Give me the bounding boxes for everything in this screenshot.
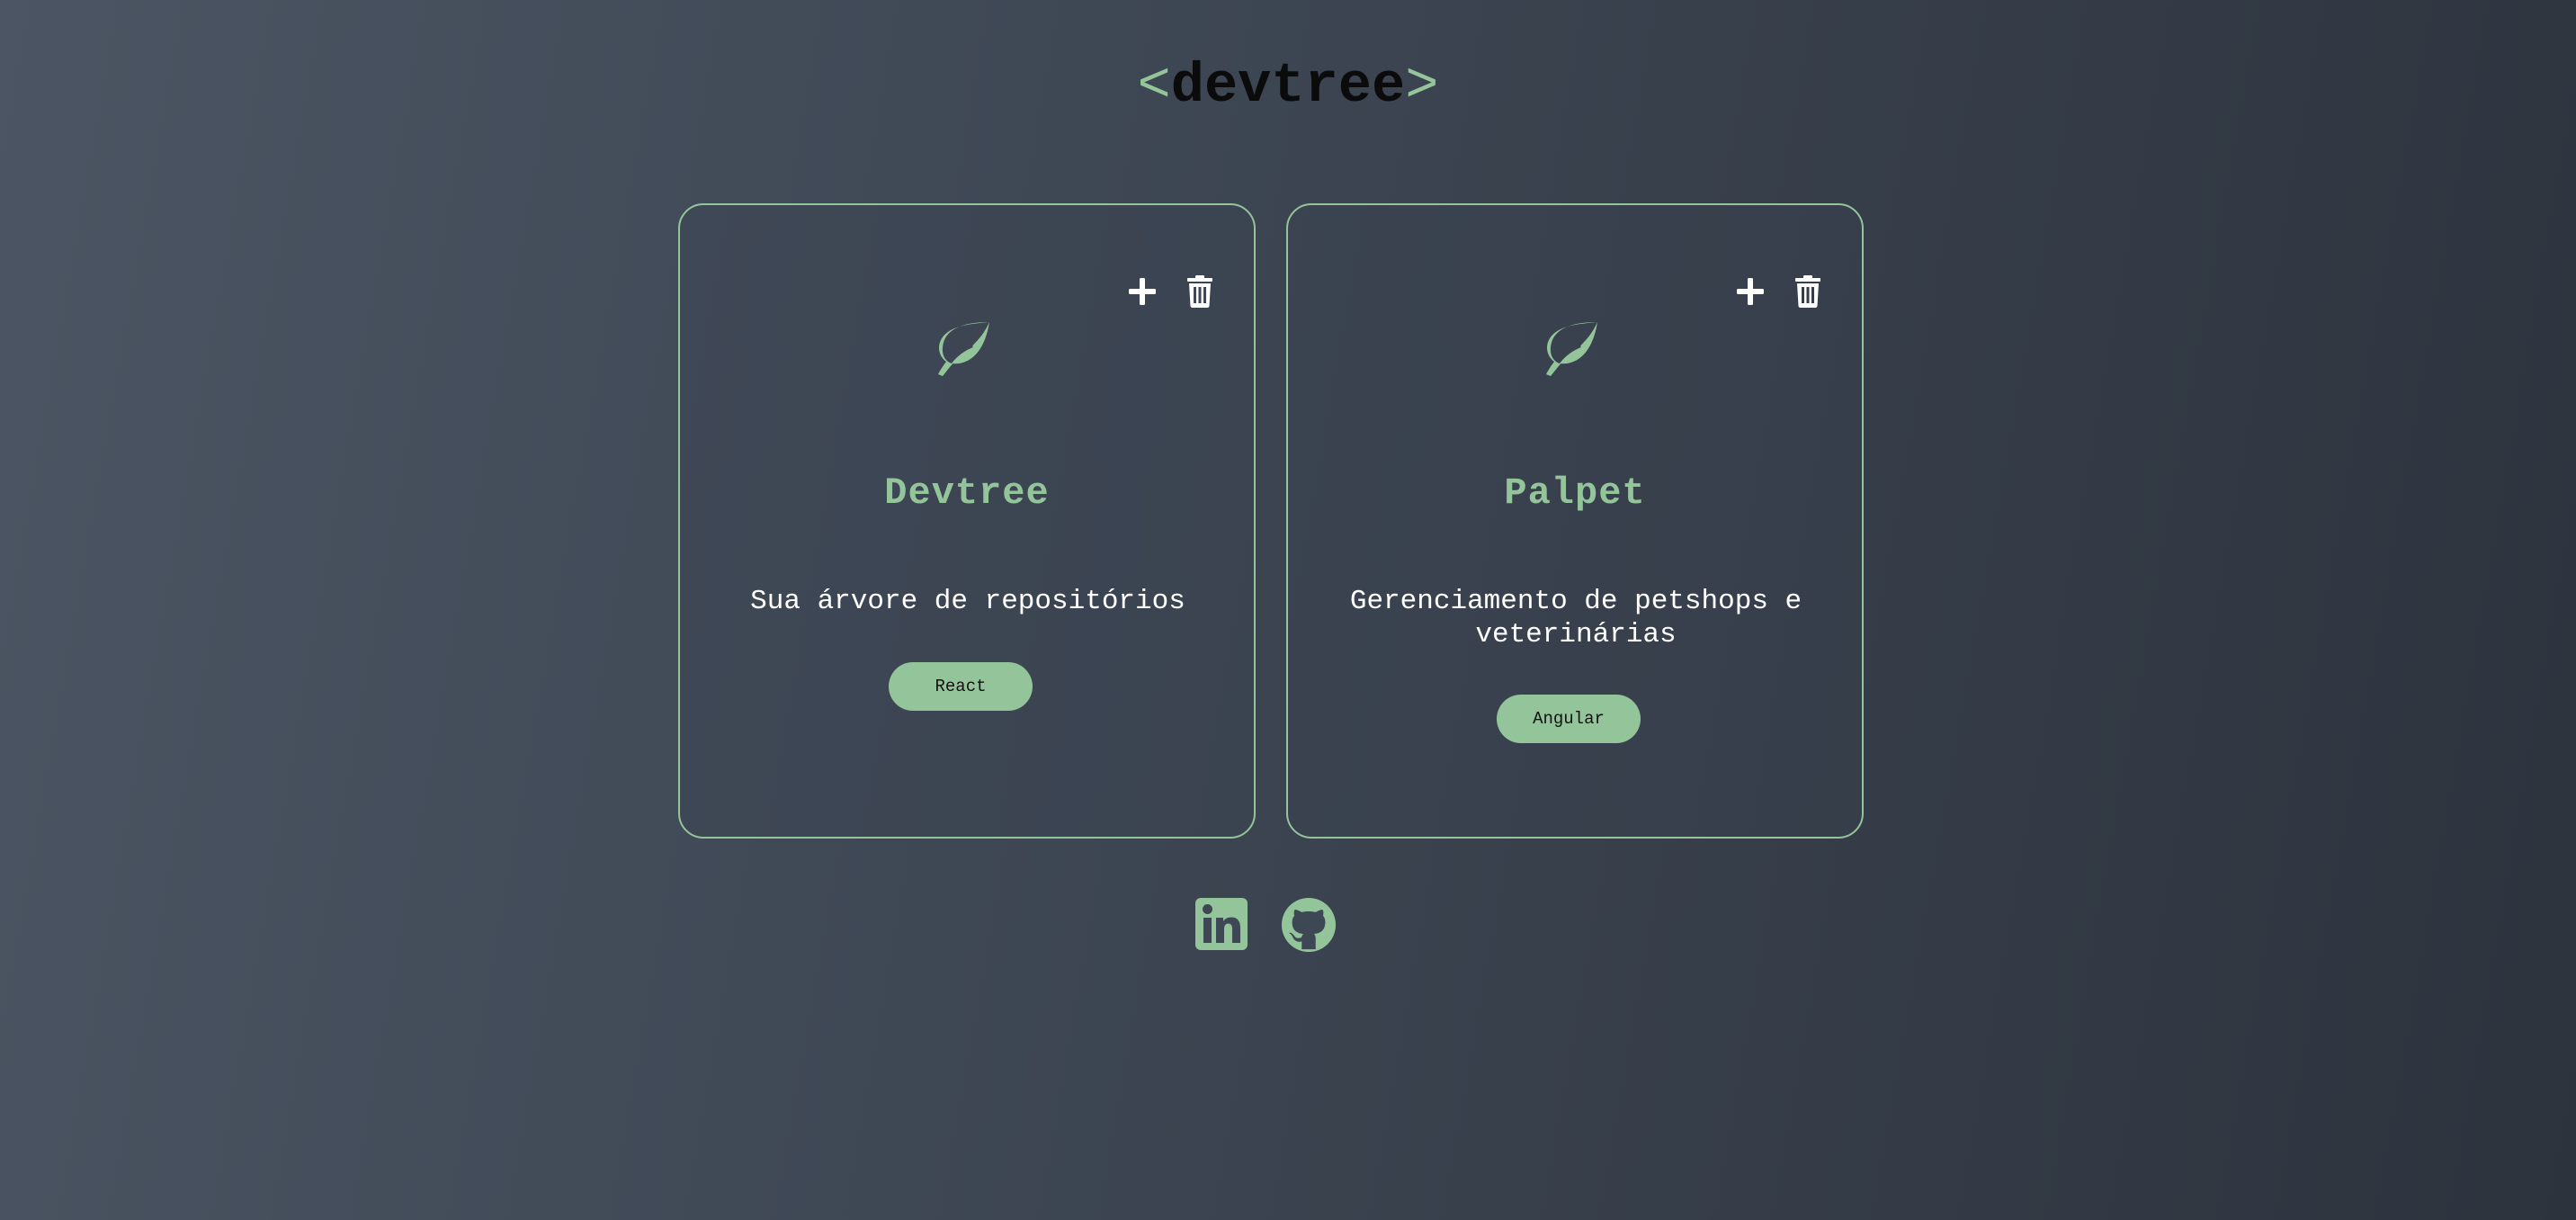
tech-tag[interactable]: Angular bbox=[1497, 695, 1641, 743]
trash-icon bbox=[1795, 275, 1820, 308]
delete-button[interactable] bbox=[1792, 274, 1824, 309]
project-title: Palpet bbox=[1504, 471, 1646, 515]
card-actions bbox=[1126, 274, 1216, 309]
site-logo[interactable]: <devtree> bbox=[0, 52, 2576, 121]
delete-button[interactable] bbox=[1184, 274, 1216, 309]
project-card-palpet: Palpet Gerenciamento de petshops e veter… bbox=[1286, 203, 1864, 839]
project-card-devtree: Devtree Sua árvore de repositórios React bbox=[678, 203, 1256, 839]
trash-icon bbox=[1187, 275, 1212, 308]
project-description: Gerenciamento de petshops e veterinárias bbox=[1349, 586, 1802, 650]
github-icon[interactable] bbox=[1281, 896, 1337, 954]
card-actions bbox=[1734, 274, 1824, 309]
project-description: Sua árvore de repositórios bbox=[750, 586, 1185, 617]
logo-text: devtree bbox=[1170, 54, 1406, 118]
plus-icon bbox=[1129, 278, 1156, 305]
social-links bbox=[1194, 896, 1337, 954]
add-button[interactable] bbox=[1734, 274, 1767, 309]
leaf-icon bbox=[1546, 322, 1597, 376]
linkedin-icon[interactable] bbox=[1194, 896, 1250, 954]
add-button[interactable] bbox=[1126, 274, 1158, 309]
project-title: Devtree bbox=[884, 471, 1050, 515]
tech-tag[interactable]: React bbox=[889, 662, 1033, 711]
leaf-icon bbox=[938, 322, 989, 376]
logo-open-bracket: < bbox=[1137, 54, 1171, 118]
logo-close-bracket: > bbox=[1405, 54, 1439, 118]
plus-icon bbox=[1737, 278, 1764, 305]
